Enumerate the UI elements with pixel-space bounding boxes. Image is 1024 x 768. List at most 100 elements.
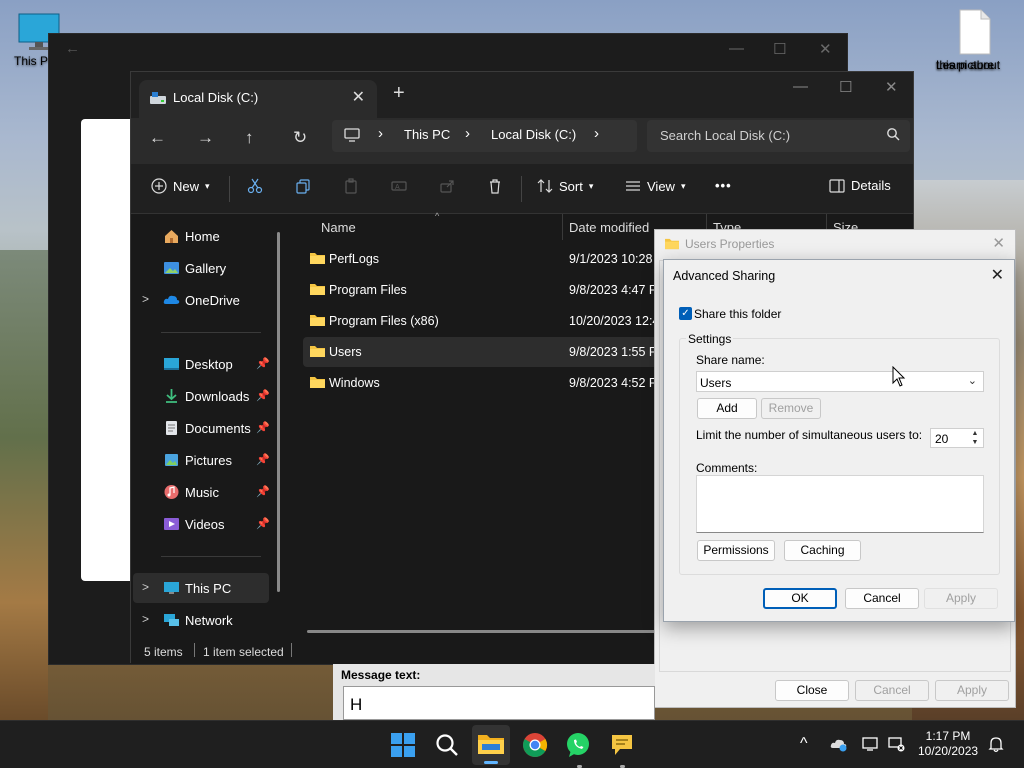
sidebar-item-music[interactable]: Music 📌 bbox=[133, 477, 270, 507]
sidebar-item-home[interactable]: Home bbox=[133, 221, 269, 251]
address-separator[interactable]: › bbox=[378, 125, 383, 142]
chrome-icon[interactable] bbox=[521, 731, 549, 759]
spin-up-icon[interactable]: ▲ bbox=[968, 429, 982, 438]
file-name: Program Files bbox=[329, 283, 407, 297]
back-arrow-icon[interactable]: ← bbox=[65, 40, 80, 57]
maximize-button[interactable]: ☐ bbox=[839, 78, 852, 96]
column-header-name[interactable]: Name bbox=[321, 220, 356, 235]
spin-down-icon[interactable]: ▼ bbox=[968, 438, 982, 447]
refresh-icon[interactable]: ↻ bbox=[293, 128, 307, 148]
ok-button[interactable]: OK bbox=[763, 588, 837, 609]
address-separator[interactable]: › bbox=[465, 125, 470, 142]
paste-button[interactable] bbox=[343, 178, 359, 194]
tab-local-disk[interactable]: Local Disk (C:) ✕ bbox=[139, 80, 377, 118]
file-date: 9/8/2023 4:52 PM bbox=[569, 376, 668, 390]
file-explorer-taskbar-button[interactable] bbox=[472, 725, 510, 765]
chevron-right-icon[interactable]: > bbox=[142, 612, 149, 626]
chat-app-icon[interactable] bbox=[608, 731, 636, 759]
horizontal-scrollbar[interactable] bbox=[307, 630, 657, 633]
pin-icon[interactable]: 📌 bbox=[256, 357, 270, 370]
breadcrumb-this-pc[interactable]: This PC bbox=[404, 127, 450, 142]
sidebar-item-videos[interactable]: Videos 📌 bbox=[133, 509, 270, 539]
pin-icon[interactable]: 📌 bbox=[256, 517, 270, 530]
sidebar-item-label: Downloads bbox=[185, 389, 250, 404]
share-name-combobox[interactable]: Users ⌄ bbox=[696, 371, 984, 392]
maximize-button[interactable]: ☐ bbox=[773, 40, 786, 58]
comments-field[interactable] bbox=[696, 475, 984, 533]
sidebar-item-documents[interactable]: Documents 📌 bbox=[133, 413, 270, 443]
onedrive-sync-icon[interactable] bbox=[830, 736, 848, 752]
view-button[interactable]: View ▾ bbox=[625, 178, 685, 194]
tab-close-icon[interactable]: ✕ bbox=[352, 87, 365, 107]
close-button[interactable]: ✕ bbox=[885, 78, 898, 96]
windows-start-icon[interactable] bbox=[389, 731, 417, 759]
whatsapp-icon[interactable] bbox=[564, 731, 592, 759]
delete-button[interactable] bbox=[487, 178, 503, 194]
address-bar[interactable]: › This PC › Local Disk (C:) › bbox=[332, 120, 637, 152]
share-folder-label[interactable]: Share this folder bbox=[694, 307, 781, 321]
notification-bell-icon[interactable] bbox=[988, 735, 1004, 753]
details-pane-icon bbox=[829, 178, 845, 193]
forward-arrow-icon[interactable]: → bbox=[197, 128, 214, 148]
more-options-button[interactable]: ••• bbox=[715, 178, 732, 193]
pin-icon[interactable]: 📌 bbox=[256, 453, 270, 466]
cancel-button[interactable]: Cancel bbox=[855, 680, 929, 701]
up-arrow-icon[interactable]: ↑ bbox=[245, 128, 254, 148]
new-tab-button[interactable]: + bbox=[393, 82, 405, 105]
sidebar-item-this-pc[interactable]: > This PC bbox=[133, 573, 269, 603]
minimize-button[interactable]: — bbox=[729, 40, 744, 57]
column-divider[interactable] bbox=[562, 214, 563, 240]
system-clock[interactable]: 1:17 PM 10/20/2023 bbox=[918, 729, 978, 759]
apply-button[interactable]: Apply bbox=[924, 588, 998, 609]
sort-ascending-icon: ^ bbox=[435, 211, 440, 221]
message-input[interactable]: H bbox=[343, 686, 655, 720]
close-button[interactable]: Close bbox=[775, 680, 849, 701]
share-folder-checkbox[interactable]: ✓ bbox=[679, 307, 692, 320]
sidebar-item-onedrive[interactable]: > OneDrive bbox=[133, 285, 269, 315]
chevron-down-icon[interactable]: ⌄ bbox=[968, 374, 977, 387]
sidebar-item-desktop[interactable]: Desktop 📌 bbox=[133, 349, 270, 379]
desktop-icon-learn-about-picture[interactable]: Learn about this picture bbox=[936, 8, 1014, 72]
sidebar-item-label: OneDrive bbox=[185, 293, 240, 308]
pin-icon[interactable]: 📌 bbox=[256, 485, 270, 498]
address-separator[interactable]: › bbox=[594, 125, 599, 142]
sidebar-item-network[interactable]: > Network bbox=[133, 605, 269, 635]
copy-button[interactable] bbox=[295, 178, 311, 194]
breadcrumb-local-disk[interactable]: Local Disk (C:) bbox=[491, 127, 576, 142]
sidebar-item-downloads[interactable]: Downloads 📌 bbox=[133, 381, 270, 411]
file-name: Windows bbox=[329, 376, 380, 390]
sort-button[interactable]: Sort ▾ bbox=[537, 178, 593, 194]
file-name: Users bbox=[329, 345, 362, 359]
close-icon[interactable]: ✕ bbox=[991, 265, 1004, 285]
close-icon[interactable]: ✕ bbox=[992, 234, 1005, 252]
rename-button[interactable]: A bbox=[391, 178, 407, 194]
cut-button[interactable] bbox=[247, 178, 263, 194]
back-arrow-icon[interactable]: ← bbox=[149, 128, 166, 148]
share-button[interactable] bbox=[439, 178, 455, 194]
search-icon[interactable] bbox=[433, 731, 461, 759]
display-icon[interactable] bbox=[862, 736, 880, 752]
apply-button[interactable]: Apply bbox=[935, 680, 1009, 701]
details-button[interactable]: Details bbox=[829, 178, 891, 193]
active-indicator bbox=[484, 761, 498, 764]
chevron-up-icon[interactable]: ^ bbox=[800, 735, 808, 753]
sidebar-item-gallery[interactable]: Gallery bbox=[133, 253, 269, 283]
chevron-right-icon[interactable]: > bbox=[142, 292, 149, 306]
remove-button[interactable]: Remove bbox=[761, 398, 821, 419]
search-input[interactable]: Search Local Disk (C:) bbox=[647, 120, 910, 152]
new-button[interactable]: New ▾ bbox=[151, 178, 210, 194]
add-button[interactable]: Add bbox=[697, 398, 757, 419]
sidebar-item-pictures[interactable]: Pictures 📌 bbox=[133, 445, 270, 475]
limit-users-stepper[interactable]: 20 ▲ ▼ bbox=[930, 428, 984, 448]
caching-button[interactable]: Caching bbox=[784, 540, 861, 561]
cancel-button[interactable]: Cancel bbox=[845, 588, 919, 609]
pin-icon[interactable]: 📌 bbox=[256, 421, 270, 434]
chevron-right-icon[interactable]: > bbox=[142, 580, 149, 594]
pin-icon[interactable]: 📌 bbox=[256, 389, 270, 402]
permissions-button[interactable]: Permissions bbox=[697, 540, 775, 561]
scrollbar[interactable] bbox=[277, 232, 280, 592]
column-header-date[interactable]: Date modified bbox=[569, 220, 649, 235]
network-disconnected-icon[interactable] bbox=[888, 736, 906, 752]
close-button[interactable]: ✕ bbox=[819, 40, 832, 58]
minimize-button[interactable]: — bbox=[793, 78, 808, 95]
